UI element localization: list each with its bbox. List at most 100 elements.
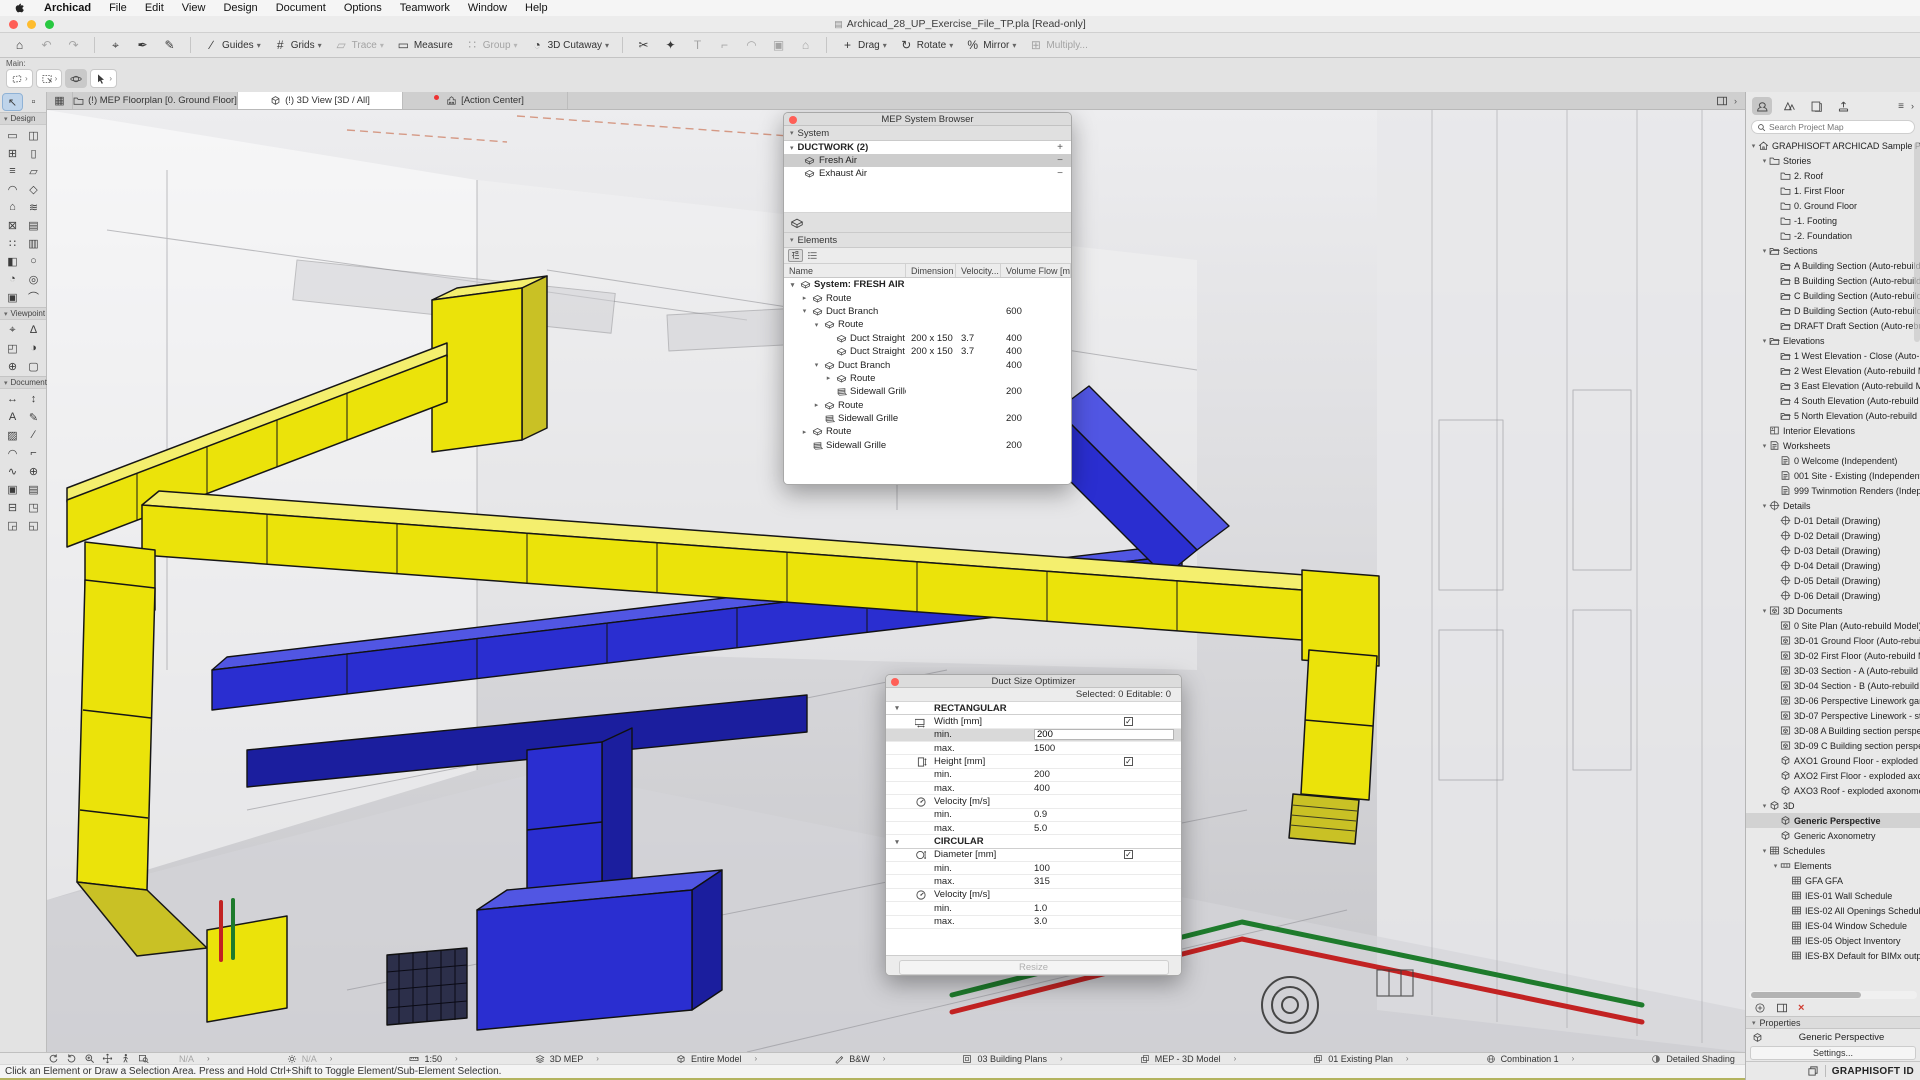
chevron-down-icon[interactable]: ▾ (1760, 802, 1769, 810)
polyline-tool[interactable]: ⌐ (24, 445, 43, 461)
nav-item[interactable]: D Building Section (Auto-rebuild Model (1746, 303, 1920, 318)
mep-browser-titlebar[interactable]: MEP System Browser (784, 113, 1071, 126)
remove-system-button[interactable]: − (1057, 168, 1063, 179)
view-map-tab[interactable] (1779, 97, 1799, 115)
split-button[interactable]: ✂ (632, 36, 655, 54)
status-segment-combination-1[interactable]: Combination 1› (1486, 1054, 1575, 1064)
optimizer-row-min-[interactable]: min. (886, 729, 1181, 742)
nav-item[interactable]: 3D-01 Ground Floor (Auto-rebuild Mod (1746, 633, 1920, 648)
parameter-value[interactable] (1034, 729, 1124, 740)
door-tool[interactable]: ◫ (24, 127, 43, 143)
menu-item-view[interactable]: View (182, 2, 206, 14)
nav-item[interactable]: 3D-02 First Floor (Auto-rebuild Model) (1746, 648, 1920, 663)
chevron-right-icon[interactable]: › (1572, 1054, 1575, 1063)
element-row[interactable]: Sidewall Grille200 (784, 412, 1071, 425)
element-row[interactable]: ▸Route (784, 372, 1071, 385)
optimizer-row-width-mm-[interactable]: Width [mm]✓ (886, 715, 1181, 728)
3d-cutaway-button[interactable]: ◔3D Cutaway▾ (526, 36, 613, 54)
parameter-value[interactable]: 200 (1034, 769, 1124, 780)
nav-item[interactable]: 1 West Elevation - Close (Auto-rebuild N (1746, 348, 1920, 363)
zone-tool[interactable]: ⊠ (3, 217, 22, 233)
rotate-button[interactable]: ↻Rotate▾ (895, 36, 957, 54)
optimizer-row-max-[interactable]: max.3.0 (886, 916, 1181, 929)
marquee-tool[interactable]: ▫ (24, 94, 43, 110)
pipe-tool[interactable]: ⌒ (24, 289, 43, 305)
chevron-down-icon[interactable]: ▾ (1760, 607, 1769, 615)
element-row[interactable]: Sidewall Grille200 (784, 439, 1071, 452)
nav-item[interactable]: Generic Perspective (1746, 813, 1920, 828)
status-segment-03-building-plans[interactable]: 03 Building Plans› (962, 1054, 1062, 1064)
add-viewpoint-icon[interactable] (1754, 1002, 1766, 1014)
checkbox-checked[interactable]: ✓ (1124, 717, 1133, 726)
orbit-button[interactable] (65, 69, 87, 88)
element-row[interactable]: Duct Straight200 x 1503.7400 (784, 332, 1071, 345)
tab-overview-button[interactable]: ▦ (47, 92, 73, 109)
chevron-right-icon[interactable]: ▸ (800, 428, 809, 436)
curtain-wall-tool[interactable]: ▥ (24, 235, 43, 251)
nav-item[interactable]: 2 West Elevation (Auto-rebuild Model) (1746, 363, 1920, 378)
nav-item[interactable]: IES-BX Default for BIMx output (1746, 948, 1920, 963)
apple-menu-icon[interactable] (14, 2, 26, 14)
nav-item[interactable]: 3D-09 C Building section perspective ( (1746, 738, 1920, 753)
optimizer-row-min-[interactable]: min.1.0 (886, 902, 1181, 915)
chevron-down-icon[interactable]: ▾ (790, 144, 794, 152)
optimizer-row-min-[interactable]: min.100 (886, 862, 1181, 875)
resize-button[interactable]: Resize (899, 960, 1169, 975)
elements-section-header[interactable]: ▾ Elements (784, 233, 1071, 248)
nav-item[interactable]: ▾Stories (1746, 153, 1920, 168)
chevron-down-icon[interactable]: ▾ (1760, 502, 1769, 510)
menu-item-design[interactable]: Design (223, 2, 257, 14)
drawing-tool[interactable]: ▤ (24, 481, 43, 497)
column-header[interactable]: Dimension [... (906, 264, 956, 277)
nav-item[interactable]: -2. Foundation (1746, 228, 1920, 243)
status-segment-b-w[interactable]: B&W› (834, 1054, 885, 1064)
nav-item[interactable]: C Building Section (Auto-rebuild Model (1746, 288, 1920, 303)
nav-item[interactable]: D-06 Detail (Drawing) (1746, 588, 1920, 603)
optimizer-titlebar[interactable]: Duct Size Optimizer (886, 675, 1181, 688)
column-header[interactable]: Volume Flow [m³... (1001, 264, 1071, 277)
collapse-triangle-icon[interactable]: ▾ (886, 704, 908, 712)
element-row[interactable]: ▾Route (784, 318, 1071, 331)
tab-mep-floorplan[interactable]: (!) MEP Floorplan [0. Ground Floor] (73, 92, 238, 109)
nav-item[interactable]: ▾3D (1746, 798, 1920, 813)
line-tool[interactable]: ∕ (24, 427, 43, 443)
roof-tool[interactable]: ◠ (3, 181, 22, 197)
chevron-right-icon[interactable]: › (330, 1054, 333, 1063)
opening-tool[interactable]: ◎ (24, 271, 43, 287)
chevron-right-icon[interactable]: ▸ (800, 294, 809, 302)
explore-button[interactable] (120, 1053, 131, 1064)
tab-action-center[interactable]: [Action Center] (403, 92, 568, 109)
chevron-right-icon[interactable]: › (596, 1054, 599, 1063)
camera-tool[interactable]: ◑ (24, 340, 43, 356)
nav-item[interactable]: 999 Twinmotion Renders (Independent (1746, 483, 1920, 498)
change-tool[interactable]: ⊟ (3, 499, 22, 515)
nav-item[interactable]: IES-04 Window Schedule (1746, 918, 1920, 933)
close-palette-button[interactable] (789, 116, 797, 124)
tab-3d-view[interactable]: (!) 3D View [3D / All] (238, 92, 403, 109)
nav-item[interactable]: GFA GFA (1746, 873, 1920, 888)
wall-tool[interactable]: ▭ (3, 127, 22, 143)
nav-item[interactable]: AXO3 Roof - exploded axonometry (Au (1746, 783, 1920, 798)
horizontal-scrollbar[interactable] (1749, 991, 1917, 999)
nav-item[interactable]: A Building Section (Auto-rebuild Model (1746, 258, 1920, 273)
nav-item[interactable]: AXO2 First Floor - exploded axonometr (1746, 768, 1920, 783)
layout-book-tab[interactable] (1806, 97, 1826, 115)
column-tool[interactable]: ▯ (24, 145, 43, 161)
remove-system-button[interactable]: − (1057, 155, 1063, 166)
label-tool[interactable]: ✎ (24, 409, 43, 425)
patch-tool[interactable]: ◲ (3, 517, 22, 533)
optimizer-row-velocity-m-s-[interactable]: Velocity [m/s] (886, 889, 1181, 902)
nav-item[interactable]: IES-02 All Openings Schedule (1746, 903, 1920, 918)
open-viewpoint-icon[interactable] (1776, 1002, 1788, 1014)
chevron-right-icon[interactable]: ▸ (824, 374, 833, 382)
status-segment-1-50[interactable]: 1:50› (409, 1054, 457, 1064)
checkbox-checked[interactable]: ✓ (1124, 850, 1133, 859)
parameter-value[interactable]: 3.0 (1034, 916, 1124, 927)
optimizer-row-min-[interactable]: min.0.9 (886, 809, 1181, 822)
fill-tool[interactable]: ▨ (3, 427, 22, 443)
parameter-value[interactable]: 5.0 (1034, 823, 1124, 834)
hotspot-tool[interactable]: ⊕ (24, 463, 43, 479)
optimizer-row-height-mm-[interactable]: Height [mm]✓ (886, 755, 1181, 768)
element-row[interactable]: ▾Duct Branch600 (784, 305, 1071, 318)
slab-tool[interactable]: ▱ (24, 163, 43, 179)
